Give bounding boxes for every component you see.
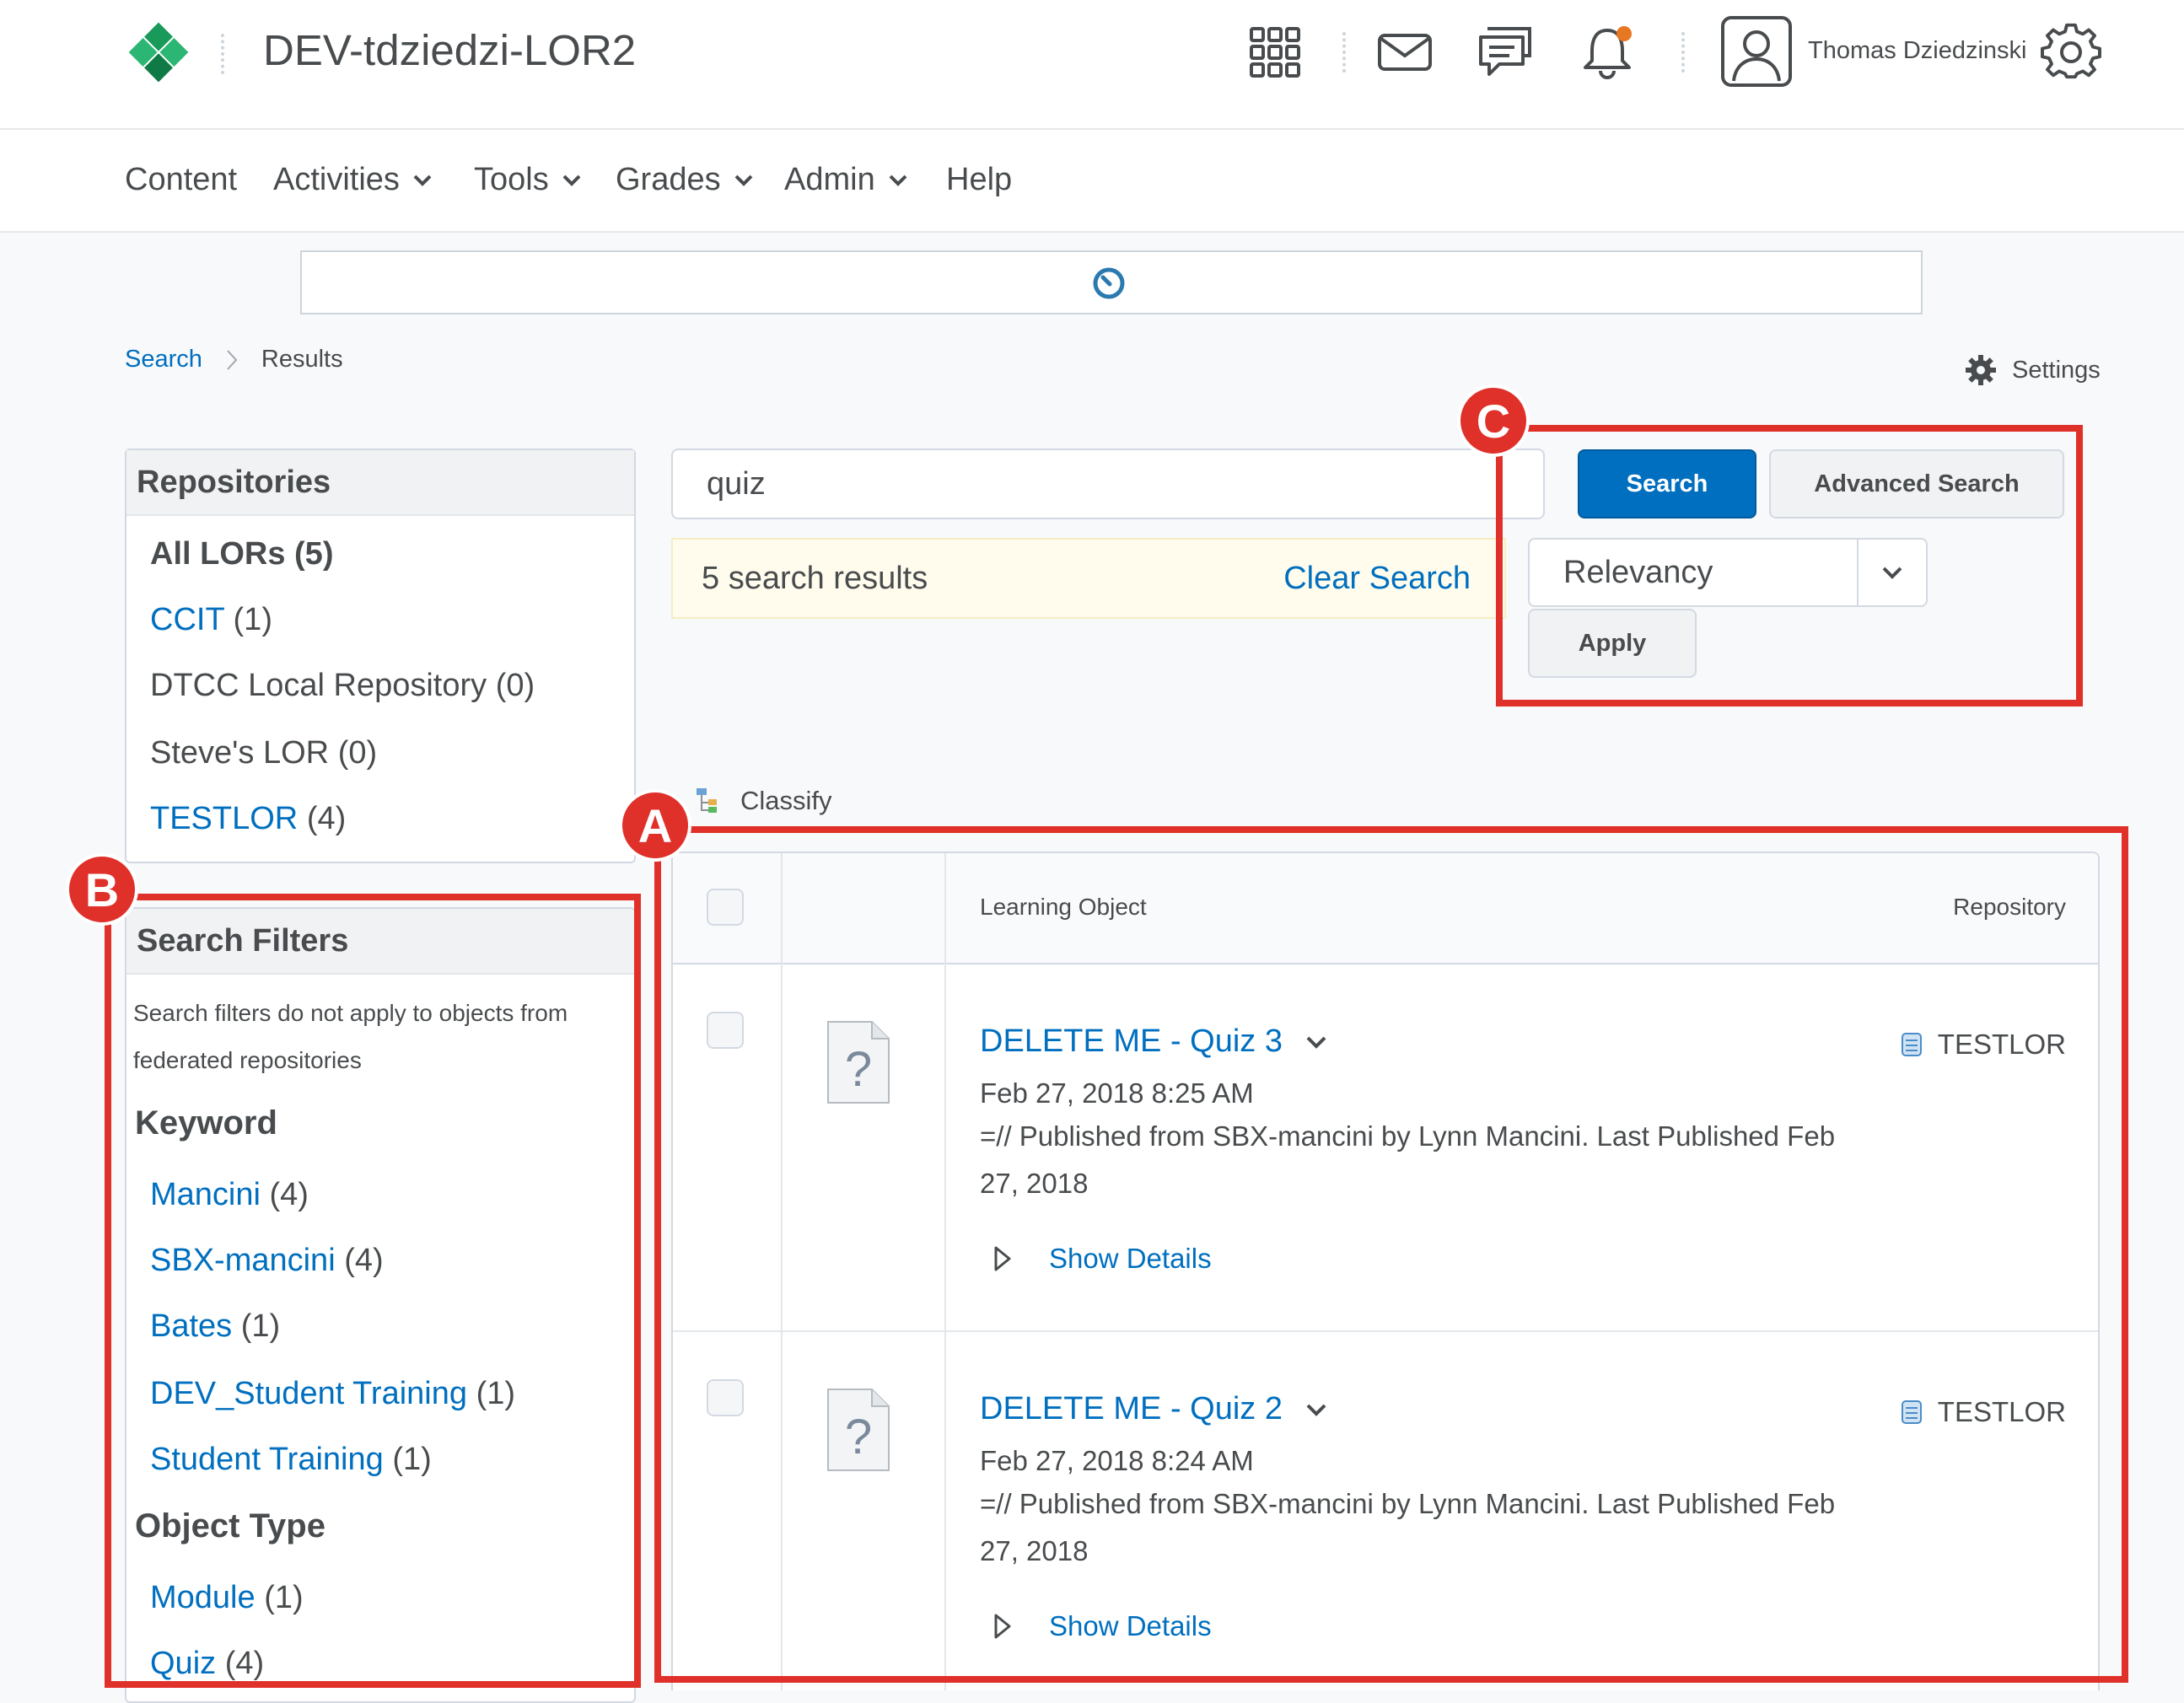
object-repository: TESTLOR: [1901, 1029, 2066, 1061]
results-table: Learning Object Repository ? DELETE ME -…: [671, 852, 2100, 1690]
search-filters-panel: Search Filters Search filters do not app…: [125, 907, 636, 1703]
results-count: 5 search results: [702, 560, 928, 596]
apps-grid-icon[interactable]: [1245, 22, 1305, 83]
show-details-toggle[interactable]: Show Details: [993, 1610, 1212, 1642]
header-divider: [221, 34, 228, 74]
settings-label: Settings: [2012, 356, 2101, 384]
learning-object-link[interactable]: DELETE ME - Quiz 3: [980, 1023, 1326, 1060]
keyword-filter-item[interactable]: DEV_Student Training (1): [150, 1376, 515, 1412]
apply-sort-button[interactable]: Apply: [1528, 609, 1697, 678]
chevron-down-icon: [562, 175, 581, 186]
chevron-down-icon: [1882, 567, 1902, 579]
header-divider: [1342, 32, 1349, 73]
results-summary-bar: 5 search results Clear Search: [671, 538, 1506, 619]
user-name[interactable]: Thomas Dziedzinski: [1808, 37, 2026, 65]
nav-help[interactable]: Help: [946, 162, 1012, 198]
repo-item-testlor[interactable]: TESTLOR (4): [150, 801, 346, 837]
object-date: Feb 27, 2018 8:25 AM: [980, 1077, 1254, 1109]
classify-icon: [697, 788, 717, 813]
table-row: ? DELETE ME - Quiz 3 Feb 27, 2018 8:25 A…: [673, 964, 2098, 1330]
breadcrumb: Search Results: [125, 346, 343, 373]
keyword-filter-item[interactable]: Mancini (4): [150, 1177, 309, 1213]
chevron-down-icon: [413, 175, 432, 186]
repo-item-steves-lor: Steve's LOR (0): [150, 735, 378, 771]
col-learning-object[interactable]: Learning Object: [980, 894, 1147, 921]
row-checkbox[interactable]: [707, 1379, 744, 1416]
object-repository: TESTLOR: [1901, 1396, 2066, 1428]
repository-icon: [1901, 1033, 1922, 1056]
sort-select-value: Relevancy: [1563, 554, 1713, 590]
chevron-down-icon[interactable]: [1306, 1035, 1326, 1049]
search-filters-title: Search Filters: [126, 909, 634, 975]
search-button[interactable]: Search: [1578, 449, 1756, 518]
annotation-badge-b: B: [66, 853, 138, 926]
keyword-filter-item[interactable]: Student Training (1): [150, 1442, 432, 1478]
nav-activities[interactable]: Activities: [273, 162, 432, 198]
keyword-filter-item[interactable]: Bates (1): [150, 1308, 280, 1345]
repositories-panel: Repositories All LORs (5) CCIT (1) DTCC …: [125, 449, 636, 863]
classify-button[interactable]: Classify: [695, 786, 832, 816]
advanced-search-button[interactable]: Advanced Search: [1769, 449, 2064, 518]
object-type-heading: Object Type: [135, 1507, 325, 1545]
mail-icon[interactable]: [1374, 22, 1435, 83]
chevron-down-icon: [889, 175, 907, 186]
org-logo[interactable]: [126, 20, 191, 84]
loading-spinner-icon: [1093, 267, 1125, 299]
object-description: =// Published from SBX-mancini by Lynn M…: [980, 1120, 1836, 1199]
select-all-checkbox[interactable]: [707, 889, 744, 926]
svg-text:?: ?: [845, 1410, 872, 1464]
settings-gear-icon[interactable]: [2041, 22, 2101, 83]
nav-admin[interactable]: Admin: [784, 162, 907, 198]
course-navbar: Content Activities Tools Grades Admin He…: [0, 130, 2184, 233]
search-input[interactable]: [671, 449, 1545, 519]
table-row: ? DELETE ME - Quiz 2 Feb 27, 2018 8:24 A…: [673, 1332, 2098, 1690]
keyword-heading: Keyword: [135, 1104, 277, 1142]
header-divider: [1681, 32, 1688, 73]
nav-content[interactable]: Content: [125, 162, 237, 198]
settings-link[interactable]: Settings: [1965, 354, 2101, 386]
gear-icon: [1966, 355, 1996, 385]
classify-label: Classify: [740, 786, 832, 815]
table-header: Learning Object Repository: [673, 853, 2098, 964]
chevron-down-icon[interactable]: [1306, 1403, 1326, 1416]
show-details-toggle[interactable]: Show Details: [993, 1243, 1212, 1275]
object-type-filter-item[interactable]: Module (1): [150, 1580, 304, 1616]
notifications-bell-icon[interactable]: [1577, 22, 1638, 83]
user-avatar-icon[interactable]: [1720, 15, 1793, 88]
repo-item-all-lors[interactable]: All LORs (5): [150, 536, 333, 572]
quiz-file-icon: ?: [827, 1389, 890, 1471]
sort-dropdown-arrow[interactable]: [1857, 540, 1926, 605]
learning-object-link[interactable]: DELETE ME - Quiz 2: [980, 1391, 1326, 1427]
caret-right-icon: [994, 1246, 1011, 1271]
annotation-badge-a: A: [619, 789, 691, 862]
message-alerts-icon[interactable]: [1476, 22, 1536, 83]
chevron-right-icon: [227, 349, 238, 370]
repo-item-ccit[interactable]: CCIT (1): [150, 602, 272, 638]
top-header: DEV-tdziedzi-LOR2 Thomas Dziedzinski: [0, 0, 2184, 130]
sort-select[interactable]: Relevancy: [1528, 538, 1928, 607]
row-checkbox[interactable]: [707, 1012, 744, 1049]
loading-panel: [300, 250, 1923, 314]
filters-note: Search filters do not apply to objects f…: [133, 1000, 568, 1073]
keyword-filter-item[interactable]: SBX-mancini (4): [150, 1243, 384, 1279]
nav-tools[interactable]: Tools: [474, 162, 581, 198]
annotation-badge-c: C: [1457, 384, 1530, 457]
repository-icon: [1901, 1400, 1922, 1424]
chevron-down-icon: [734, 175, 753, 186]
nav-grades[interactable]: Grades: [616, 162, 753, 198]
col-repository[interactable]: Repository: [1953, 894, 2066, 921]
object-date: Feb 27, 2018 8:24 AM: [980, 1445, 1254, 1476]
clear-search-link[interactable]: Clear Search: [1283, 561, 1471, 597]
object-description: =// Published from SBX-mancini by Lynn M…: [980, 1488, 1836, 1566]
breadcrumb-search-link[interactable]: Search: [125, 346, 202, 373]
repo-item-dtcc: DTCC Local Repository (0): [150, 668, 535, 703]
quiz-file-icon: ?: [827, 1021, 890, 1104]
repositories-title: Repositories: [126, 450, 634, 516]
breadcrumb-current: Results: [261, 346, 343, 373]
svg-text:?: ?: [845, 1042, 872, 1097]
object-type-filter-item[interactable]: Quiz (4): [150, 1646, 264, 1682]
caret-right-icon: [994, 1614, 1011, 1639]
org-title[interactable]: DEV-tdziedzi-LOR2: [263, 25, 636, 75]
